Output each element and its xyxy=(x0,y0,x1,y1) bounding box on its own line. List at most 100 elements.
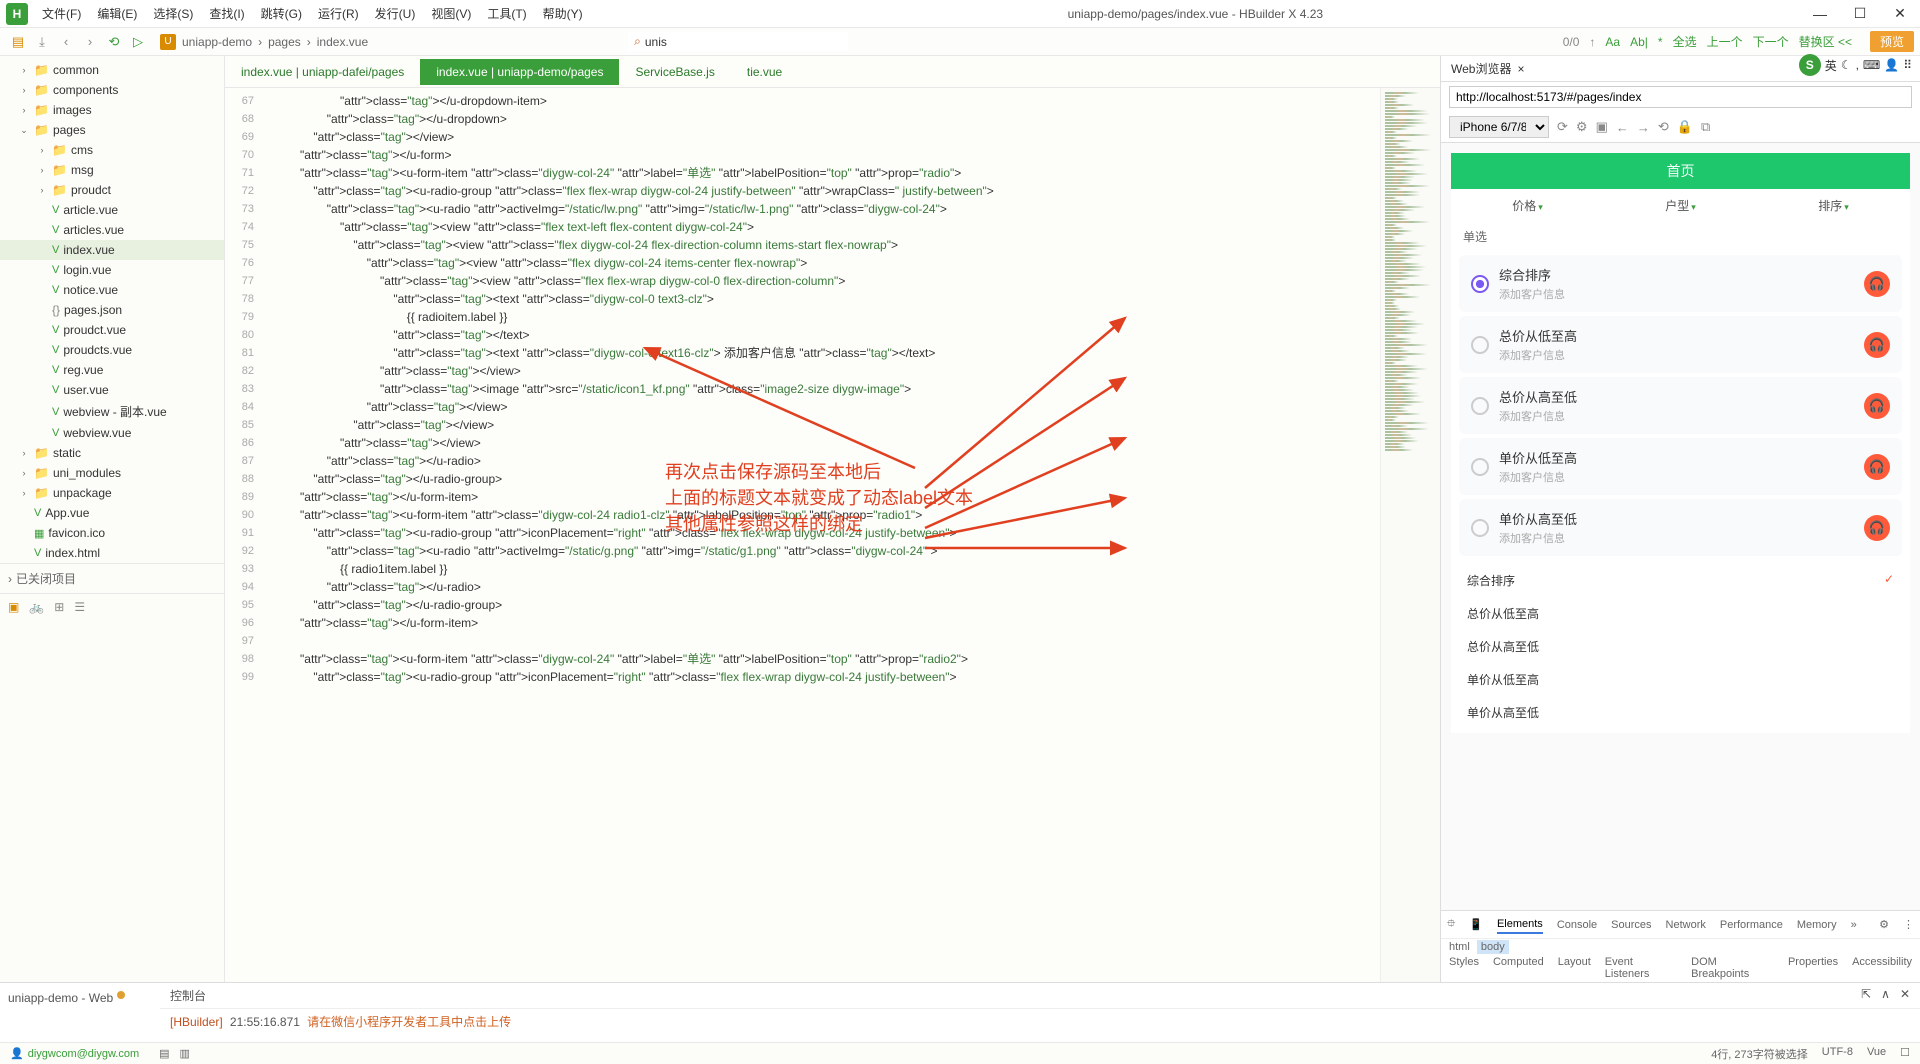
devtools-tab[interactable]: Network xyxy=(1666,917,1706,933)
rotate-icon[interactable]: ⟳ xyxy=(1557,119,1568,135)
devtools-tab[interactable]: Performance xyxy=(1720,917,1783,933)
url-input[interactable] xyxy=(1449,86,1912,108)
tree-item[interactable]: ›📁cms xyxy=(0,140,224,160)
devtools-tab[interactable]: Memory xyxy=(1797,917,1837,933)
browser-tab[interactable]: Web浏览器 xyxy=(1451,60,1511,77)
radio-card[interactable]: 单价从低至高添加客户信息🎧 xyxy=(1459,438,1902,495)
minimize-button[interactable]: — xyxy=(1800,6,1840,22)
word-toggle[interactable]: Ab| xyxy=(1630,35,1648,49)
tree-item[interactable]: ▦favicon.ico xyxy=(0,523,224,543)
tree-item[interactable]: ›📁images xyxy=(0,100,224,120)
code-content[interactable]: "attr">class="tag"></u-dropdown-item> "a… xyxy=(260,88,1380,982)
dom-crumb[interactable]: html xyxy=(1449,941,1470,953)
terminal-icon[interactable]: ▣ xyxy=(8,600,19,614)
editor-tab[interactable]: tie.vue xyxy=(731,59,798,85)
tree-item[interactable]: {}pages.json xyxy=(0,300,224,320)
dom-crumb-active[interactable]: body xyxy=(1477,940,1509,954)
tree-item[interactable]: ›📁msg xyxy=(0,160,224,180)
tree-item[interactable]: ›📁common xyxy=(0,60,224,80)
maximize-button[interactable]: ☐ xyxy=(1840,5,1880,22)
tree-item[interactable]: Vnotice.vue xyxy=(0,280,224,300)
close-tab-icon[interactable]: × xyxy=(1517,62,1524,76)
radio-card[interactable]: 总价从高至低添加客户信息🎧 xyxy=(1459,377,1902,434)
copy-icon[interactable]: ⧉ xyxy=(1701,119,1710,135)
arrow-icon[interactable]: ↑ xyxy=(1589,35,1595,49)
tree-item[interactable]: Vlogin.vue xyxy=(0,260,224,280)
tree-item[interactable]: Vreg.vue xyxy=(0,360,224,380)
notification-icon[interactable]: ☐ xyxy=(1900,1046,1910,1062)
search-input[interactable]: unis xyxy=(645,35,667,49)
devtools-tab[interactable]: Sources xyxy=(1611,917,1651,933)
tree-item[interactable]: Varticle.vue xyxy=(0,200,224,220)
radio-icon[interactable] xyxy=(1471,397,1489,415)
editor-tab[interactable]: index.vue | uniapp-dafei/pages xyxy=(225,59,420,85)
sync-icon[interactable]: ⟲ xyxy=(102,34,126,50)
panel-toggle-icon[interactable]: ▥ xyxy=(180,1047,190,1060)
reload-icon[interactable]: ⟲ xyxy=(1658,119,1669,135)
save-icon[interactable]: ⤓ xyxy=(30,34,54,50)
filter-item[interactable]: 户型▾ xyxy=(1604,197,1757,214)
devtools-subtab[interactable]: DOM Breakpoints xyxy=(1691,956,1774,980)
screenshot-icon[interactable]: ▣ xyxy=(1596,119,1608,135)
devtools-more[interactable]: » xyxy=(1851,917,1857,933)
encoding-info[interactable]: UTF-8 xyxy=(1822,1046,1853,1062)
devtools-gear-icon[interactable]: ⚙ xyxy=(1879,916,1889,933)
radio-card[interactable]: 总价从低至高添加客户信息🎧 xyxy=(1459,316,1902,373)
browser-back-icon[interactable]: ← xyxy=(1616,120,1629,135)
user-account[interactable]: 👤 diygwcom@diygw.com xyxy=(10,1047,139,1060)
menu-icon[interactable]: ⠿ xyxy=(1903,58,1912,72)
list-icon[interactable]: ☰ xyxy=(74,600,85,614)
radio-card[interactable]: 单价从高至低添加客户信息🎧 xyxy=(1459,499,1902,556)
tree-item[interactable]: Vwebview.vue xyxy=(0,423,224,443)
sort-item[interactable]: 单价从低至高 xyxy=(1451,663,1910,696)
menu-item[interactable]: 帮助(Y) xyxy=(535,5,591,22)
tree-item[interactable]: Vindex.vue xyxy=(0,240,224,260)
tree-item[interactable]: ⌄📁pages xyxy=(0,120,224,140)
filter-item[interactable]: 排序▾ xyxy=(1757,197,1910,214)
tree-item[interactable]: ›📁unpackage xyxy=(0,483,224,503)
menu-item[interactable]: 跳转(G) xyxy=(253,5,310,22)
devtools-subtab[interactable]: Computed xyxy=(1493,956,1544,980)
radio-icon[interactable] xyxy=(1471,275,1489,293)
menu-item[interactable]: 选择(S) xyxy=(145,5,201,22)
gear-icon[interactable]: ⚙ xyxy=(1576,119,1588,135)
tree-item[interactable]: Vuser.vue xyxy=(0,380,224,400)
terminal-toggle-icon[interactable]: ▤ xyxy=(159,1047,169,1060)
browser-fwd-icon[interactable]: → xyxy=(1637,120,1650,135)
filter-item[interactable]: 价格▾ xyxy=(1451,197,1604,214)
export-icon[interactable]: ⇱ xyxy=(1861,987,1871,1004)
devtools-subtab[interactable]: Accessibility xyxy=(1852,956,1912,980)
back-icon[interactable]: ‹ xyxy=(54,34,78,49)
replace-zone[interactable]: 替换区 << xyxy=(1799,33,1852,50)
grid-icon[interactable]: ⊞ xyxy=(54,600,64,614)
device-select[interactable]: iPhone 6/7/8 xyxy=(1449,116,1549,138)
prev-match[interactable]: 上一个 xyxy=(1707,33,1743,50)
tree-item[interactable]: ›📁components xyxy=(0,80,224,100)
inspect-icon[interactable]: ⯐ xyxy=(1447,913,1455,936)
devtools-tab[interactable]: Elements xyxy=(1497,916,1543,934)
editor-tab[interactable]: ServiceBase.js xyxy=(619,59,730,85)
console-project[interactable]: uniapp-demo - Web xyxy=(8,991,113,1005)
menu-item[interactable]: 视图(V) xyxy=(423,5,479,22)
case-toggle[interactable]: Aa xyxy=(1605,35,1620,49)
sort-item[interactable]: 总价从低至高 xyxy=(1451,597,1910,630)
devtools-subtab[interactable]: Event Listeners xyxy=(1605,956,1677,980)
regex-toggle[interactable]: * xyxy=(1658,35,1663,49)
minimap[interactable] xyxy=(1380,88,1440,982)
closed-projects[interactable]: ›已关闭项目 xyxy=(0,563,224,593)
language-info[interactable]: Vue xyxy=(1867,1046,1886,1062)
preview-button[interactable]: 预览 xyxy=(1870,31,1914,52)
devtools-more-icon[interactable]: ⋮ xyxy=(1903,916,1914,933)
keyboard-icon[interactable]: ⌨ xyxy=(1863,58,1880,72)
next-match[interactable]: 下一个 xyxy=(1753,33,1789,50)
sort-item[interactable]: 综合排序✓ xyxy=(1451,564,1910,597)
devtools-subtab[interactable]: Properties xyxy=(1788,956,1838,980)
console-tab[interactable]: 控制台 xyxy=(170,987,206,1004)
tree-item[interactable]: Varticles.vue xyxy=(0,220,224,240)
moon-icon[interactable]: ☾ xyxy=(1841,58,1852,72)
menu-item[interactable]: 编辑(E) xyxy=(89,5,145,22)
console-close-icon[interactable]: ✕ xyxy=(1900,987,1910,1004)
lock-icon[interactable]: 🔒 xyxy=(1677,119,1693,135)
tree-item[interactable]: Vproudct.vue xyxy=(0,320,224,340)
radio-card[interactable]: 综合排序添加客户信息🎧 xyxy=(1459,255,1902,312)
